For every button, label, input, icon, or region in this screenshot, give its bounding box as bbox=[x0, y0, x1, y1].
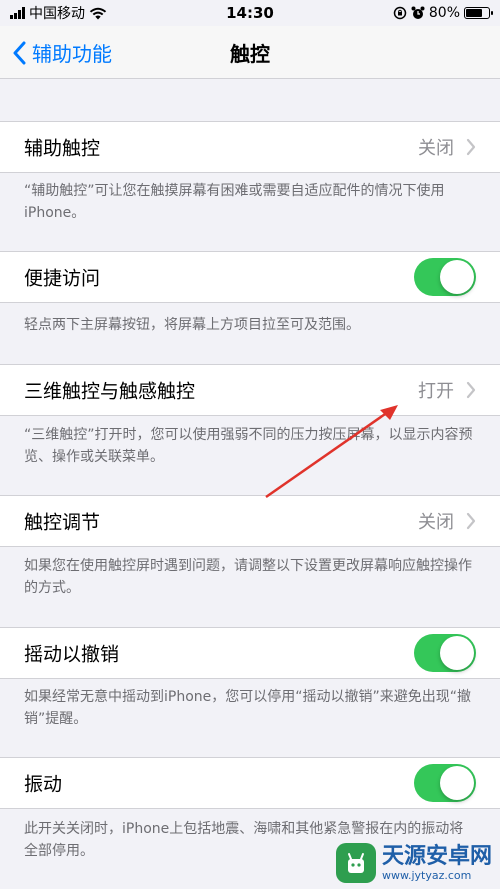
battery-icon bbox=[464, 7, 493, 19]
shake-to-undo-toggle[interactable] bbox=[414, 634, 476, 672]
row-vibration: 振动 bbox=[0, 757, 500, 809]
row-footnote: “三维触控”打开时，您可以使用强弱不同的压力按压屏幕，以显示内容预览、操作或关联… bbox=[24, 427, 473, 465]
chevron-right-icon bbox=[466, 138, 476, 156]
toggle-knob bbox=[440, 260, 474, 294]
row-footnote: 轻点两下主屏幕按钮，将屏幕上方项目拉至可及范围。 bbox=[24, 317, 360, 333]
toggle-knob bbox=[440, 636, 474, 670]
watermark-text: 天源安卓网 www.jytyaz.com bbox=[381, 843, 492, 882]
row-label: 振动 bbox=[24, 773, 63, 796]
toggle-knob bbox=[440, 766, 474, 800]
watermark-url: www.jytyaz.com bbox=[381, 868, 472, 882]
status-right: 80% bbox=[393, 5, 493, 21]
row-shake-to-undo: 摇动以撤销 bbox=[0, 627, 500, 679]
row-3d-touch[interactable]: 三维触控与触感触控 打开 bbox=[0, 364, 500, 416]
orientation-lock-icon bbox=[393, 6, 407, 20]
chevron-right-icon bbox=[466, 381, 476, 399]
row-label: 辅助触控 bbox=[24, 137, 101, 160]
status-bar: 中国移动 14:30 80% bbox=[0, 0, 500, 26]
vibration-toggle[interactable] bbox=[414, 764, 476, 802]
row-footnote: 如果经常无意中摇动到iPhone，您可以停用“摇动以撤销”来避免出现“撤销”提醒… bbox=[24, 689, 472, 727]
battery-percent: 80% bbox=[428, 5, 460, 21]
navigation-bar: 辅助功能 触控 bbox=[0, 26, 500, 79]
row-label: 便捷访问 bbox=[24, 267, 101, 290]
row-label: 三维触控与触感触控 bbox=[24, 380, 196, 403]
row-reachability: 便捷访问 bbox=[0, 251, 500, 303]
watermark-logo-icon bbox=[335, 843, 376, 883]
row-footnote: “辅助触控”可让您在触摸屏幕有困难或需要自适应配件的情况下使用 iPhone。 bbox=[24, 183, 445, 221]
chevron-right-icon bbox=[466, 512, 476, 530]
cellular-signal-icon bbox=[10, 7, 25, 19]
carrier-label: 中国移动 bbox=[29, 6, 85, 22]
status-left: 中国移动 bbox=[10, 3, 107, 23]
row-value: 打开 bbox=[418, 381, 454, 402]
row-label: 触控调节 bbox=[24, 511, 101, 534]
wifi-icon bbox=[89, 7, 107, 19]
row-touch-accommodations[interactable]: 触控调节 关闭 bbox=[0, 495, 500, 547]
back-button[interactable]: 辅助功能 bbox=[12, 38, 112, 67]
site-watermark: 天源安卓网 www.jytyaz.com bbox=[335, 843, 492, 883]
row-label: 摇动以撤销 bbox=[24, 643, 120, 666]
row-assistive-touch[interactable]: 辅助触控 关闭 bbox=[0, 121, 500, 173]
chevron-left-icon bbox=[13, 41, 26, 64]
battery-fill bbox=[466, 9, 482, 17]
watermark-title: 天源安卓网 bbox=[381, 843, 492, 869]
row-value: 关闭 bbox=[418, 512, 454, 533]
back-label: 辅助功能 bbox=[32, 42, 112, 66]
row-footnote: 如果您在使用触控屏时遇到问题，请调整以下设置更改屏幕响应触控操作的方式。 bbox=[24, 558, 472, 596]
row-value: 关闭 bbox=[418, 138, 454, 159]
alarm-icon bbox=[411, 6, 425, 19]
reachability-toggle[interactable] bbox=[414, 258, 476, 296]
